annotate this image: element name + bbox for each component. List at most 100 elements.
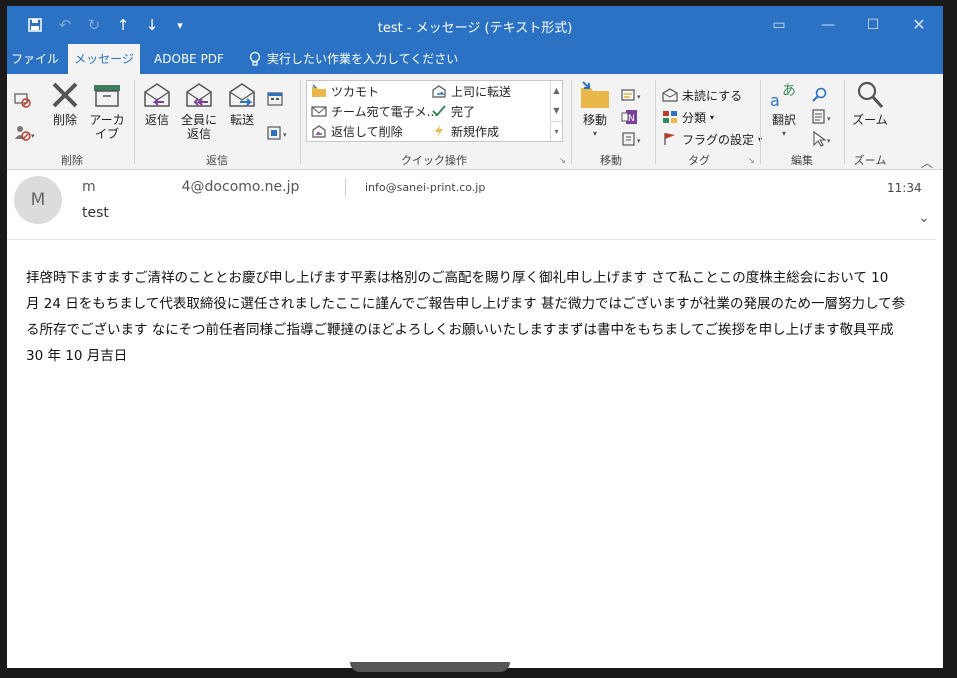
quick-step-label: 新規作成: [451, 124, 500, 139]
sender-address[interactable]: m 4@docomo.ne.jp: [82, 179, 299, 195]
junk-icon[interactable]: ▾: [13, 124, 35, 142]
select-cursor-icon[interactable]: ▾: [811, 130, 835, 148]
group-separator: [134, 80, 135, 164]
gallery-more-icon[interactable]: ▾: [551, 121, 562, 141]
move-button[interactable]: 移動 ▾: [577, 80, 613, 141]
quick-step-to-manager[interactable]: 上司に転送: [431, 82, 511, 100]
quick-step-tsukamoto[interactable]: ツカモト: [311, 82, 379, 100]
unread-button[interactable]: 未読にする: [662, 86, 742, 104]
quick-steps-group-label: クイック操作: [401, 154, 467, 167]
svg-text:▾: ▾: [283, 131, 287, 139]
scroll-down-icon[interactable]: ▼: [551, 101, 562, 121]
forward-button[interactable]: 転送: [226, 80, 258, 127]
window-title: test - メッセージ (テキスト形式): [377, 21, 573, 36]
dropdown-arrow-icon: ▾: [592, 129, 597, 138]
find-icon[interactable]: [811, 86, 829, 104]
minimize-button[interactable]: —: [819, 16, 837, 34]
related-icon[interactable]: ▾: [811, 108, 835, 126]
svg-text:N: N: [628, 114, 635, 124]
ignore-icon[interactable]: [13, 90, 31, 108]
categorize-button[interactable]: 分類 ▾: [662, 108, 714, 126]
desktop-background-sliver: [350, 662, 510, 672]
move-group-label: 移動: [600, 154, 622, 167]
group-separator: [760, 80, 761, 164]
magnifier-icon: [857, 81, 884, 109]
reply-all-icon: [186, 83, 212, 107]
quick-step-label: チーム宛て電子メ...: [331, 104, 439, 119]
ribbon-tabs: ファイル メッセージ ADOBE PDF 実行したい作業を入力してください: [7, 44, 943, 74]
recipient-address[interactable]: info@sanei-print.co.jp: [365, 181, 485, 194]
forward-icon: [229, 83, 255, 107]
quick-step-label: 上司に転送: [451, 84, 512, 99]
reply-button[interactable]: 返信: [142, 80, 172, 127]
quick-step-team-email[interactable]: チーム宛て電子メ...: [311, 102, 438, 120]
lightning-icon: [435, 125, 443, 137]
quick-step-create-new[interactable]: 新規作成: [431, 122, 499, 140]
subject-line: test: [82, 205, 109, 221]
close-button[interactable]: ✕: [910, 16, 928, 34]
quick-step-reply-delete[interactable]: 返信して削除: [311, 122, 403, 140]
tell-me-label: 実行したい作業を入力してください: [267, 52, 459, 66]
tab-message[interactable]: メッセージ: [68, 44, 140, 74]
envelope-icon: [311, 106, 327, 117]
tab-file[interactable]: ファイル: [7, 44, 63, 74]
dialog-launcher-icon[interactable]: ↘: [559, 156, 566, 165]
ribbon-display-options-icon[interactable]: ▭: [770, 16, 788, 34]
group-separator: [571, 80, 572, 164]
zoom-label: ズーム: [852, 113, 888, 127]
translate-icon: aあ: [770, 83, 796, 110]
zoom-group-label: ズーム: [853, 154, 887, 167]
move-folder-icon: [581, 81, 609, 108]
rules-icon[interactable]: ▾: [621, 86, 645, 104]
quick-steps-scroll[interactable]: ▲ ▼ ▾: [550, 81, 562, 141]
translate-label: 翻訳: [771, 113, 796, 127]
actions-icon[interactable]: ▾: [621, 130, 645, 148]
redacted-region: [95, 182, 182, 192]
dropdown-arrow-icon: ▾: [710, 112, 715, 122]
group-separator: [844, 80, 845, 164]
avatar: M: [14, 176, 62, 224]
reply-group-label: 返信: [206, 154, 228, 167]
tell-me-box[interactable]: 実行したい作業を入力してください: [249, 44, 458, 74]
archive-label: アーカイブ: [89, 113, 125, 141]
translate-button[interactable]: aあ 翻訳 ▾: [767, 80, 801, 141]
svg-text:▾: ▾: [637, 137, 641, 145]
title-bar: ↶ ↻ ↑ ↓ ▾ test - メッセージ (テキスト形式) ▭ — ☐ ✕: [7, 6, 943, 44]
followup-label: フラグの設定: [682, 132, 755, 147]
delete-label: 削除: [52, 113, 77, 127]
scroll-up-icon[interactable]: ▲: [551, 81, 562, 101]
onenote-icon[interactable]: N: [621, 108, 639, 126]
followup-button[interactable]: フラグの設定 ▾: [662, 130, 762, 148]
zoom-button[interactable]: ズーム: [850, 80, 890, 127]
more-respond-icon[interactable]: ▾: [266, 124, 290, 142]
archive-icon: [94, 85, 120, 107]
dropdown-arrow-icon: ▾: [781, 129, 786, 138]
svg-text:あ: あ: [782, 83, 796, 99]
collapse-ribbon-icon[interactable]: ︿: [921, 154, 933, 171]
ribbon: ▾ 削除 アーカイブ 削除 返信 全員に返信 転送 ▾ 返信 ツカモト チーム宛…: [7, 74, 943, 170]
expand-header-icon[interactable]: ⌄: [918, 210, 930, 226]
unread-label: 未読にする: [682, 88, 743, 103]
categorize-icon: [663, 111, 677, 123]
reply-delete-icon: [312, 125, 326, 138]
svg-text:▾: ▾: [827, 137, 831, 145]
sender-suffix: 4@docomo.ne.jp: [181, 179, 300, 195]
quick-step-done[interactable]: 完了: [431, 102, 475, 120]
quick-steps-gallery: ツカモト チーム宛て電子メ... 返信して削除 上司に転送 完了 新規作成 ▲ …: [306, 80, 563, 142]
meeting-icon[interactable]: [266, 90, 284, 108]
delete-button[interactable]: 削除: [50, 80, 80, 127]
quick-step-label: 返信して削除: [331, 124, 403, 139]
svg-text:▾: ▾: [637, 93, 641, 101]
svg-text:▾: ▾: [31, 132, 35, 140]
sender-prefix: m: [82, 179, 96, 195]
message-body[interactable]: 拝啓時下ますますご清祥のこととお慶び申し上げます平素は格別のご高配を賜り厚く御礼…: [26, 265, 906, 369]
dialog-launcher-icon[interactable]: ↘: [748, 156, 755, 165]
delete-group-label: 削除: [61, 154, 83, 167]
forward-mail-icon: [432, 85, 446, 98]
tab-adobe-pdf[interactable]: ADOBE PDF: [144, 44, 234, 74]
archive-button[interactable]: アーカイブ: [89, 80, 125, 141]
categorize-label: 分類: [682, 110, 707, 125]
reply-all-button[interactable]: 全員に返信: [179, 80, 219, 141]
edit-group-label: 編集: [791, 154, 813, 167]
maximize-button[interactable]: ☐: [864, 16, 882, 34]
